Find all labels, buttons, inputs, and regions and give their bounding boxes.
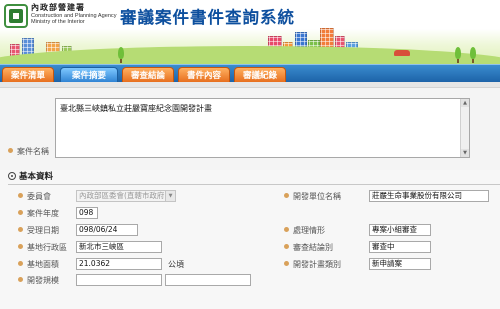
- bullet-icon: [18, 210, 23, 215]
- tab-case-list[interactable]: 案件清單: [2, 67, 54, 83]
- area-unit: 公頃: [168, 260, 184, 269]
- bullet-icon: [18, 227, 23, 232]
- case-year-label: 案件年度: [18, 208, 59, 219]
- bullet-icon: [18, 244, 23, 249]
- section-bullet-icon: [8, 172, 16, 180]
- tab-review-conclusion[interactable]: 審查結論: [122, 67, 174, 83]
- tab-review-records[interactable]: 審議紀錄: [234, 67, 286, 83]
- scale-field-1[interactable]: [76, 274, 162, 286]
- tab-case-summary[interactable]: 案件摘要: [60, 67, 118, 83]
- conclusion-field[interactable]: 審查中: [369, 241, 431, 253]
- basic-info-section: 基本資料 委員會 內政部區委會(直轄市政府) ▼ 案件年度 098 受理日期 0…: [0, 170, 500, 309]
- conclusion-label: 審查結論別: [284, 242, 333, 253]
- car-icon: [394, 50, 410, 56]
- committee-select[interactable]: 內政部區委會(直轄市政府) ▼: [76, 190, 176, 202]
- status-field[interactable]: 專案小組審查: [369, 224, 431, 236]
- committee-label: 委員會: [18, 191, 51, 202]
- site-title: 審議案件書件查詢系統: [120, 8, 295, 27]
- main-content: 臺北縣三峽鎮私立莊嚴寶座紀念園開發計畫 ▲ ▼ 案件名稱 基本資料 委員會 內政…: [0, 82, 500, 309]
- developer-field[interactable]: 莊嚴生命事業股份有限公司: [369, 190, 489, 202]
- tab-bar: 案件清單 案件摘要 審查結論 書件內容 審議紀錄: [0, 64, 500, 83]
- scale-label: 開發規模: [18, 275, 59, 286]
- case-name-area: 臺北縣三峽鎮私立莊嚴寶座紀念園開發計畫 ▲ ▼ 案件名稱: [0, 90, 500, 170]
- header-banner: 內政部營建署 Construction and Planning Agency …: [0, 0, 500, 64]
- scroll-up-icon[interactable]: ▲: [461, 99, 469, 107]
- section-title: 基本資料: [8, 170, 53, 184]
- bullet-icon: [284, 261, 289, 266]
- plan-type-label: 開發計畫類別: [284, 259, 341, 270]
- district-label: 基地行政區: [18, 242, 67, 253]
- area-label: 基地面積: [18, 259, 59, 270]
- accept-date-label: 受理日期: [18, 225, 59, 236]
- scale-field-2[interactable]: [165, 274, 251, 286]
- case-name-label: 案件名稱: [8, 146, 49, 157]
- org-name-zh: 內政部營建署: [31, 3, 85, 12]
- bullet-icon: [8, 148, 13, 153]
- accept-date-field[interactable]: 098/06/24: [76, 224, 138, 236]
- plan-type-field[interactable]: 新申請案: [369, 258, 431, 270]
- bullet-icon: [284, 244, 289, 249]
- org-name-en: Construction and Planning Agency Ministr…: [31, 13, 117, 26]
- agency-logo-icon: [4, 4, 28, 28]
- bullet-icon: [18, 193, 23, 198]
- tab-document-content[interactable]: 書件內容: [178, 67, 230, 83]
- case-name-scrollbar[interactable]: ▲ ▼: [460, 99, 469, 157]
- bullet-icon: [18, 277, 23, 282]
- case-name-text: 臺北縣三峽鎮私立莊嚴寶座紀念園開發計畫: [60, 104, 212, 113]
- case-name-textarea[interactable]: 臺北縣三峽鎮私立莊嚴寶座紀念園開發計畫 ▲ ▼: [55, 98, 470, 158]
- bullet-icon: [18, 261, 23, 266]
- content-top-strip: [0, 82, 500, 88]
- status-label: 處理情形: [284, 225, 325, 236]
- case-year-field[interactable]: 098: [76, 207, 98, 219]
- scroll-down-icon[interactable]: ▼: [461, 149, 469, 157]
- district-field[interactable]: 新北市三峽區: [76, 241, 162, 253]
- bullet-icon: [284, 227, 289, 232]
- developer-label: 開發單位名稱: [284, 191, 341, 202]
- section-divider: [8, 184, 500, 185]
- area-field[interactable]: 21.0362: [76, 258, 162, 270]
- bullet-icon: [284, 193, 289, 198]
- chevron-down-icon[interactable]: ▼: [165, 191, 175, 201]
